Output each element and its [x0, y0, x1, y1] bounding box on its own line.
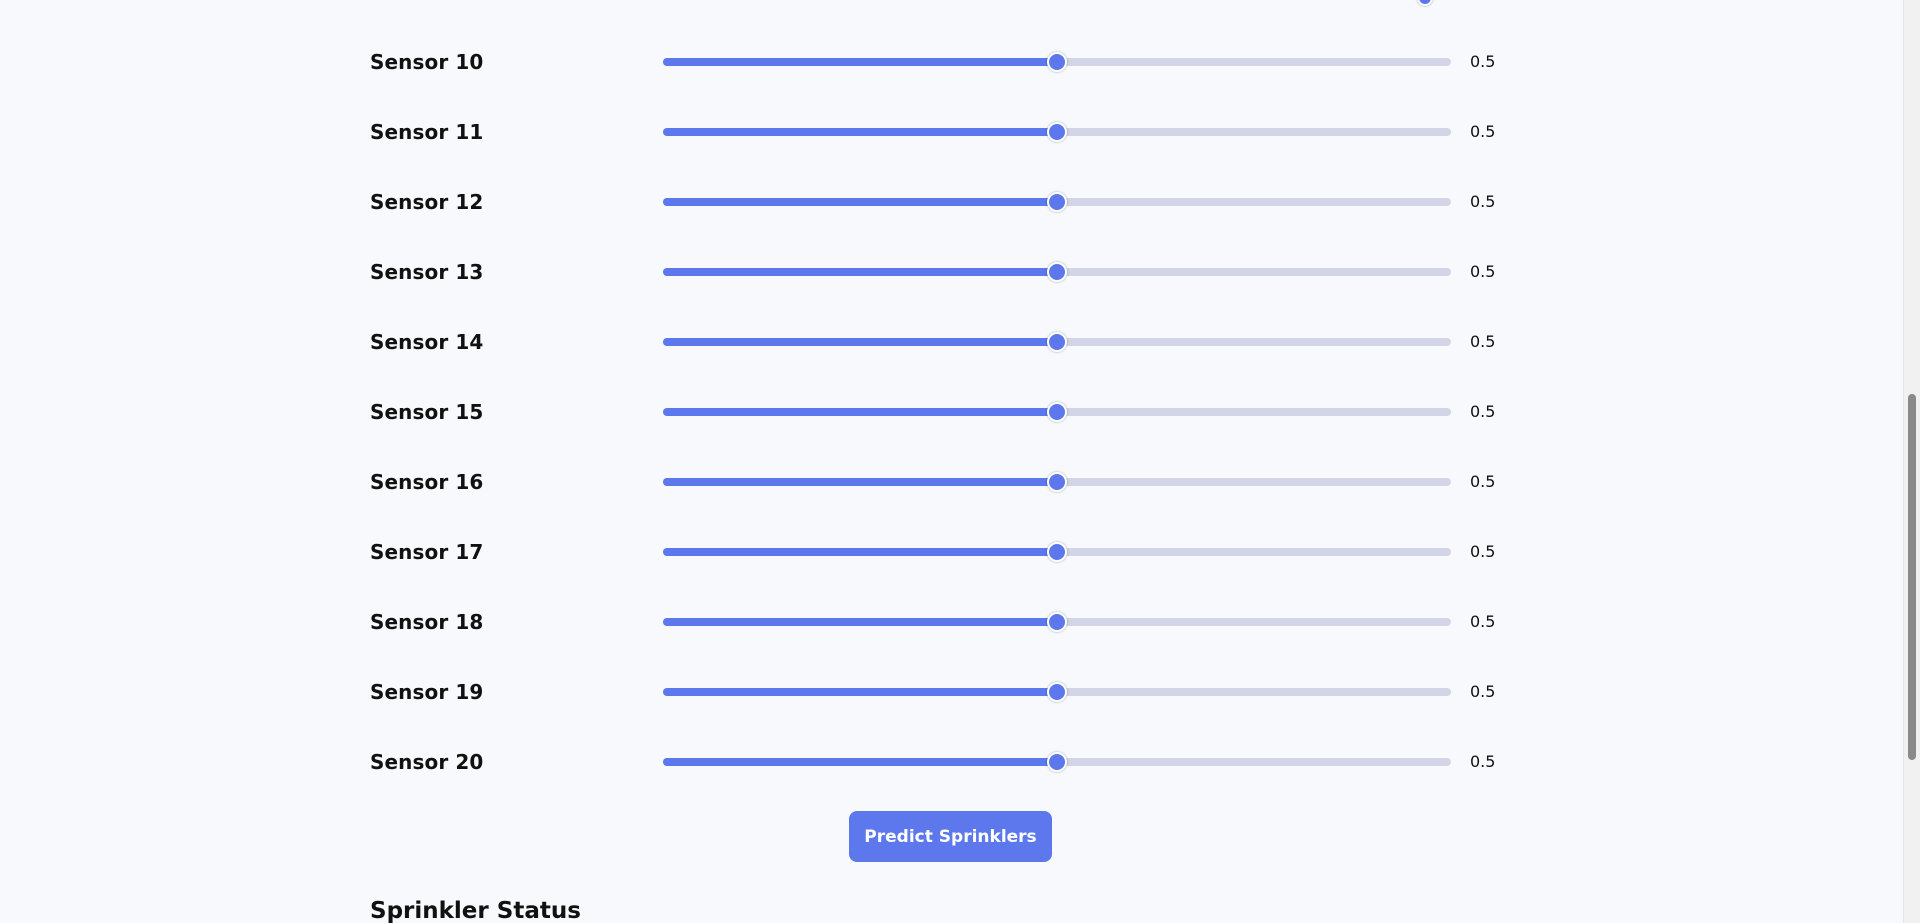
sensor-panel: Sensor 10 0.5 Sensor 11 0.5 Sensor 12 0.5 Sens…: [370, 0, 1505, 923]
sensor-label: Sensor 12: [370, 190, 484, 214]
slider-thumb[interactable]: [1047, 262, 1067, 282]
sensor-label: Sensor 20: [370, 750, 484, 774]
slider-thumb[interactable]: [1047, 52, 1067, 72]
sensor-row: Sensor 14 0.5: [370, 326, 1505, 358]
sensor-label: Sensor 15: [370, 400, 484, 424]
sensor-slider[interactable]: [663, 682, 1451, 702]
slider-thumb[interactable]: [1047, 612, 1067, 632]
sensor-row: Sensor 12 0.5: [370, 186, 1505, 218]
sensor-row: Sensor 10 0.5: [370, 46, 1505, 78]
slider-thumb[interactable]: [1047, 472, 1067, 492]
sensor-value: 0.5: [1470, 542, 1496, 561]
sensor-label: Sensor 19: [370, 680, 484, 704]
slider-fill: [663, 478, 1057, 486]
sensor-label: Sensor 10: [370, 50, 484, 74]
slider-thumb[interactable]: [1047, 752, 1067, 772]
sensor-label: Sensor 18: [370, 610, 484, 634]
sensor-row: Sensor 15 0.5: [370, 396, 1505, 428]
sensor-slider[interactable]: [663, 542, 1451, 562]
sensor-label: Sensor 13: [370, 260, 484, 284]
slider-thumb[interactable]: [1047, 542, 1067, 562]
sensor-row: Sensor 11 0.5: [370, 116, 1505, 148]
slider-fill: [663, 618, 1057, 626]
sensor-value: 0.5: [1470, 612, 1496, 631]
slider-fill: [663, 198, 1057, 206]
page-scrollbar[interactable]: [1903, 0, 1920, 923]
slider-thumb[interactable]: [1047, 332, 1067, 352]
slider-fill: [663, 268, 1057, 276]
slider-thumb[interactable]: [1047, 122, 1067, 142]
slider-thumb[interactable]: [1047, 402, 1067, 422]
sensor-value: 0.5: [1470, 52, 1496, 71]
sensor-slider[interactable]: [663, 332, 1451, 352]
slider-fill: [663, 58, 1057, 66]
slider-thumb[interactable]: [1047, 682, 1067, 702]
sensor-row: Sensor 20 0.5: [370, 746, 1505, 778]
sensor-label: Sensor 17: [370, 540, 484, 564]
sensor-slider[interactable]: [663, 752, 1451, 772]
slider-fill: [663, 688, 1057, 696]
sensor-value: 0.5: [1470, 402, 1496, 421]
sensor-slider[interactable]: [663, 262, 1451, 282]
sensor-slider[interactable]: [663, 612, 1451, 632]
page: Sensor 10 0.5 Sensor 11 0.5 Sensor 12 0.5 Sens…: [0, 0, 1920, 923]
scrollbar-thumb[interactable]: [1908, 394, 1916, 760]
sensor-value: 0.5: [1470, 192, 1496, 211]
sensor-value: 0.5: [1470, 752, 1496, 771]
sensor-slider[interactable]: [663, 472, 1451, 492]
sensor-slider-thumb-partial[interactable]: [1417, 0, 1433, 6]
sensor-value: 0.5: [1470, 682, 1496, 701]
slider-thumb[interactable]: [1047, 192, 1067, 212]
sensor-label: Sensor 11: [370, 120, 484, 144]
sensor-slider[interactable]: [663, 192, 1451, 212]
sensor-row: Sensor 17 0.5: [370, 536, 1505, 568]
sensor-value: 0.5: [1470, 472, 1496, 491]
slider-fill: [663, 338, 1057, 346]
sensor-value: 0.5: [1470, 262, 1496, 281]
sensor-slider[interactable]: [663, 122, 1451, 142]
slider-fill: [663, 548, 1057, 556]
slider-fill: [663, 408, 1057, 416]
sensor-row: Sensor 18 0.5: [370, 606, 1505, 638]
slider-fill: [663, 758, 1057, 766]
sensor-value: 0.5: [1470, 332, 1496, 351]
sensor-value: 0.5: [1470, 122, 1496, 141]
sensor-row: Sensor 16 0.5: [370, 466, 1505, 498]
sensor-label: Sensor 16: [370, 470, 484, 494]
sprinkler-status-heading: Sprinkler Status: [370, 898, 581, 923]
sensor-row: Sensor 19 0.5: [370, 676, 1505, 708]
sensor-row: Sensor 13 0.5: [370, 256, 1505, 288]
sensor-slider[interactable]: [663, 402, 1451, 422]
sensor-slider[interactable]: [663, 52, 1451, 72]
slider-fill: [663, 128, 1057, 136]
predict-sprinklers-button[interactable]: Predict Sprinklers: [849, 811, 1052, 862]
sensor-label: Sensor 14: [370, 330, 484, 354]
